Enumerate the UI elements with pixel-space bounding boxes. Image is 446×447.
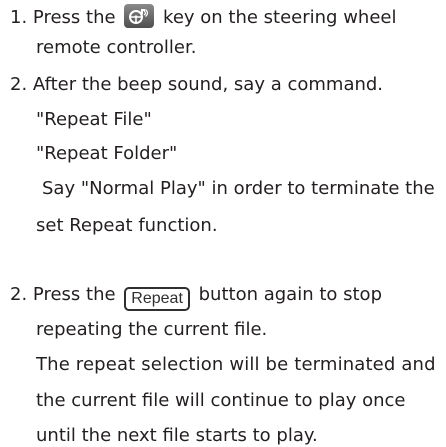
step-1-text-after-icon: key on the steering wheel xyxy=(163,7,397,28)
result-line-1: The repeat selection will be terminated … xyxy=(36,354,436,375)
repeat-button: Repeat xyxy=(124,287,190,311)
step-1-line: 1. Press the key on the steering wheel xyxy=(10,4,397,29)
step-1-number: 1. xyxy=(10,7,28,28)
step-2-line: 2. After the beep sound, say a command. xyxy=(10,74,383,96)
result-line-2: the current file will continue to play o… xyxy=(36,390,406,411)
normal-play-note-line-2: set Repeat function. xyxy=(36,215,218,236)
step-2-text: After the beep sound, say a command. xyxy=(32,74,384,95)
normal-play-note-line-1: Say "Normal Play" in order to terminate … xyxy=(42,178,435,199)
step-2b-line: 2. Press the Repeat button again to stop xyxy=(10,284,382,311)
step-2b-text-after-button: button again to stop xyxy=(198,284,382,305)
step-2b-continuation: repeating the current file. xyxy=(36,319,268,340)
step-2-number: 2. xyxy=(10,74,28,95)
step-2b-text-before-button: Press the xyxy=(32,284,116,305)
step-1-continuation: remote controller. xyxy=(36,37,197,58)
command-repeat-folder: "Repeat Folder" xyxy=(36,143,178,164)
step-1-text-before-icon: Press the xyxy=(32,7,116,28)
steering-wheel-voice-key-icon xyxy=(124,4,155,28)
result-line-3: until the next file starts to play. xyxy=(36,425,318,446)
step-2b-number: 2. xyxy=(10,284,28,305)
command-repeat-file: "Repeat File" xyxy=(36,109,152,130)
